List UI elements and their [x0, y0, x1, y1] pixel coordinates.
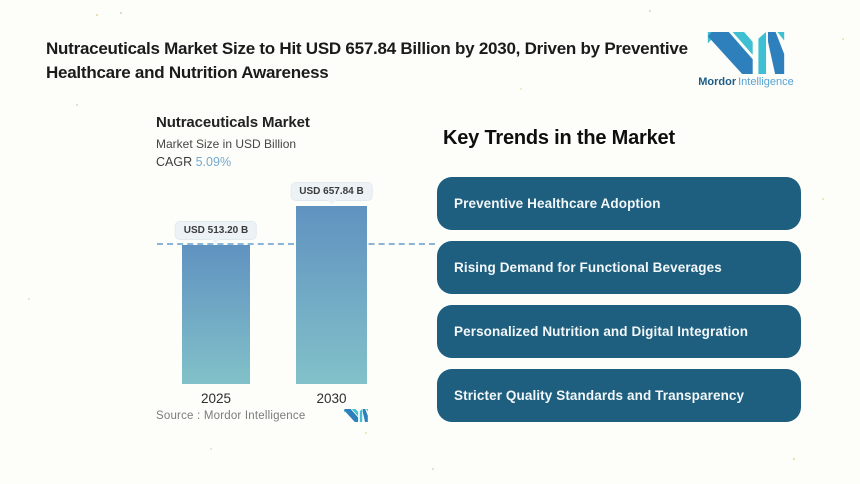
- trend-pill-stack: Preventive Healthcare Adoption Rising De…: [437, 177, 801, 422]
- x-tick-2030: 2030: [316, 391, 347, 406]
- chart-header: Nutraceuticals Market Market Size in USD…: [156, 114, 310, 169]
- cagr-label: CAGR: [156, 155, 193, 169]
- brand-wordmark: Mordor Intelligence: [698, 76, 794, 88]
- trend-pill-label: Stricter Quality Standards and Transpare…: [454, 388, 745, 403]
- trend-pill-personalized-nutrition[interactable]: Personalized Nutrition and Digital Integ…: [437, 305, 801, 358]
- value-label-2030: USD 657.84 B: [291, 183, 372, 205]
- source-text: Source : Mordor Intelligence: [156, 409, 306, 422]
- bar-chart: USD 513.20 B 2025 USD 657.84 B 2030: [155, 180, 437, 406]
- bar-2025: [182, 245, 250, 384]
- trend-pill-quality-standards[interactable]: Stricter Quality Standards and Transpare…: [437, 369, 801, 422]
- cagr-value: 5.09%: [195, 155, 232, 169]
- trend-pill-functional-beverages[interactable]: Rising Demand for Functional Beverages: [437, 241, 801, 294]
- brand-logo: Mordor Intelligence: [698, 32, 794, 88]
- infographic-canvas: Nutraceuticals Market Size to Hit USD 65…: [0, 0, 860, 484]
- source-row: Source : Mordor Intelligence: [156, 409, 368, 422]
- key-trends-heading: Key Trends in the Market: [443, 127, 675, 149]
- page-title-line2: Healthcare and Nutrition Awareness: [46, 63, 329, 82]
- trend-pill-label: Preventive Healthcare Adoption: [454, 196, 661, 211]
- brand-name-light: Intelligence: [738, 76, 794, 88]
- page-title: Nutraceuticals Market Size to Hit USD 65…: [46, 37, 714, 85]
- brand-name-bold: Mordor: [698, 76, 737, 88]
- trend-pill-preventive-healthcare[interactable]: Preventive Healthcare Adoption: [437, 177, 801, 230]
- mordor-intelligence-mini-logo-icon: [344, 409, 368, 422]
- chart-cagr: CAGR 5.09%: [156, 155, 310, 169]
- page-title-line1: Nutraceuticals Market Size to Hit USD 65…: [46, 39, 688, 58]
- bar-2030: [296, 206, 367, 384]
- mordor-intelligence-logo-icon: [707, 32, 785, 74]
- key-trends-panel: Key Trends in the Market Preventive Heal…: [437, 127, 801, 422]
- bar-group-2030: USD 657.84 B 2030: [291, 180, 372, 406]
- chart-title: Nutraceuticals Market: [156, 114, 310, 131]
- value-label-2025: USD 513.20 B: [175, 222, 257, 244]
- x-tick-2025: 2025: [200, 391, 232, 406]
- paper-speckles: [0, 0, 2, 2]
- chart-subtitle: Market Size in USD Billion: [156, 137, 297, 151]
- trend-pill-label: Rising Demand for Functional Beverages: [454, 260, 722, 275]
- trend-pill-label: Personalized Nutrition and Digital Integ…: [454, 324, 749, 339]
- bar-group-2025: USD 513.20 B 2025: [175, 180, 257, 406]
